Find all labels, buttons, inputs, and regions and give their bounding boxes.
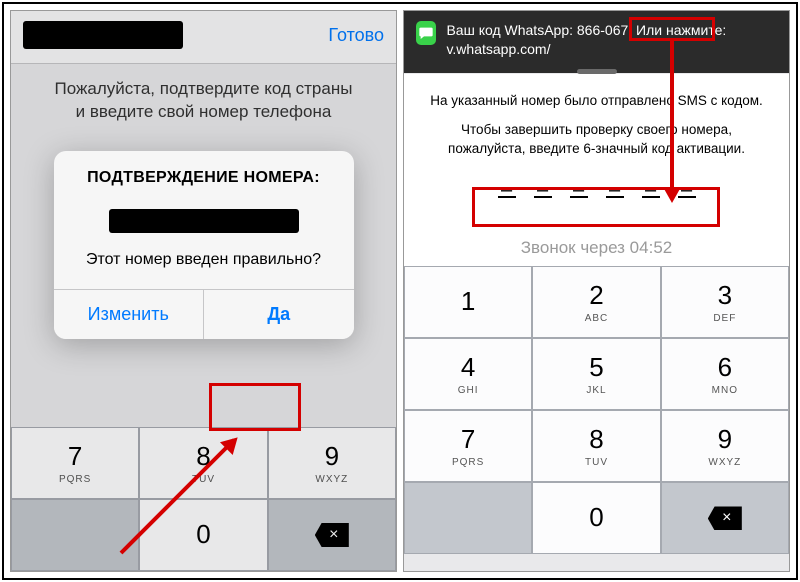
key-digit: 9 bbox=[718, 424, 732, 455]
keypad-key-8[interactable]: 8 TUV bbox=[532, 410, 660, 482]
phone-left: Готово Пожалуйста, подтвердите код стран… bbox=[10, 10, 397, 572]
keypad-key-9[interactable]: 9 WXYZ bbox=[661, 410, 789, 482]
dialog-title: ПОДТВЕРЖДЕНИЕ НОМЕРА: bbox=[54, 151, 354, 195]
key-letters: WXYZ bbox=[708, 457, 741, 468]
code-digit-6: – bbox=[678, 176, 696, 198]
key-letters: JKL bbox=[586, 385, 606, 396]
keypad-key-2[interactable]: 2 ABC bbox=[532, 266, 660, 338]
keypad-key-0[interactable]: 0 bbox=[532, 482, 660, 554]
phone-right: Ваш код WhatsApp: 866-067. Или нажмите: … bbox=[403, 10, 790, 572]
key-letters: TUV bbox=[585, 457, 608, 468]
keypad-key-3[interactable]: 3 DEF bbox=[661, 266, 789, 338]
key-digit: 4 bbox=[461, 352, 475, 383]
code-digit-5: – bbox=[642, 176, 660, 198]
keypad-key-7[interactable]: 7 PQRS bbox=[404, 410, 532, 482]
yes-button[interactable]: Да bbox=[203, 290, 354, 339]
key-letters: PQRS bbox=[452, 457, 484, 468]
sms-code: 866-067 bbox=[577, 22, 628, 38]
call-timer: Звонок через 04:52 bbox=[404, 218, 789, 266]
keypad-key-5[interactable]: 5 JKL bbox=[532, 338, 660, 410]
keypad-key-4[interactable]: 4 GHI bbox=[404, 338, 532, 410]
backspace-icon bbox=[708, 506, 742, 530]
confirm-dialog: ПОДТВЕРЖДЕНИЕ НОМЕРА: Этот номер введен … bbox=[54, 151, 354, 339]
code-digit-3: – bbox=[570, 176, 588, 198]
key-digit: 5 bbox=[589, 352, 603, 383]
keypad-key-blank[interactable] bbox=[404, 482, 532, 554]
sms-notification[interactable]: Ваш код WhatsApp: 866-067. Или нажмите: … bbox=[404, 11, 789, 73]
key-digit: 8 bbox=[589, 424, 603, 455]
messages-icon bbox=[416, 21, 436, 45]
verification-instructions: На указанный номер было отправлено SMS с… bbox=[404, 74, 789, 219]
key-digit: 6 bbox=[718, 352, 732, 383]
key-digit: 1 bbox=[461, 286, 475, 317]
code-input[interactable]: –––––– bbox=[424, 176, 769, 198]
code-digit-1: – bbox=[498, 176, 516, 198]
key-digit: 2 bbox=[589, 280, 603, 311]
dialog-message: Этот номер введен правильно? bbox=[54, 247, 354, 289]
key-digit: 3 bbox=[718, 280, 732, 311]
code-digit-2: – bbox=[534, 176, 552, 198]
notification-text: Ваш код WhatsApp: 866-067. Или нажмите: … bbox=[446, 21, 777, 59]
keypad-key-1[interactable]: 1 bbox=[404, 266, 532, 338]
change-button[interactable]: Изменить bbox=[54, 290, 204, 339]
redacted-phone bbox=[109, 209, 299, 233]
key-letters: DEF bbox=[713, 313, 736, 324]
key-letters: GHI bbox=[458, 385, 479, 396]
keypad-delete[interactable] bbox=[661, 482, 789, 554]
key-letters: MNO bbox=[712, 385, 738, 396]
keypad: 1 2 ABC 3 DEF 4 GHI 5 JKL 6 MNO 7 PQRS 8 TUV 9 WXYZ 0 bbox=[404, 266, 789, 554]
key-digit: 0 bbox=[589, 502, 603, 533]
key-letters: ABC bbox=[585, 313, 609, 324]
code-digit-4: – bbox=[606, 176, 624, 198]
key-digit: 7 bbox=[461, 424, 475, 455]
keypad-key-6[interactable]: 6 MNO bbox=[661, 338, 789, 410]
